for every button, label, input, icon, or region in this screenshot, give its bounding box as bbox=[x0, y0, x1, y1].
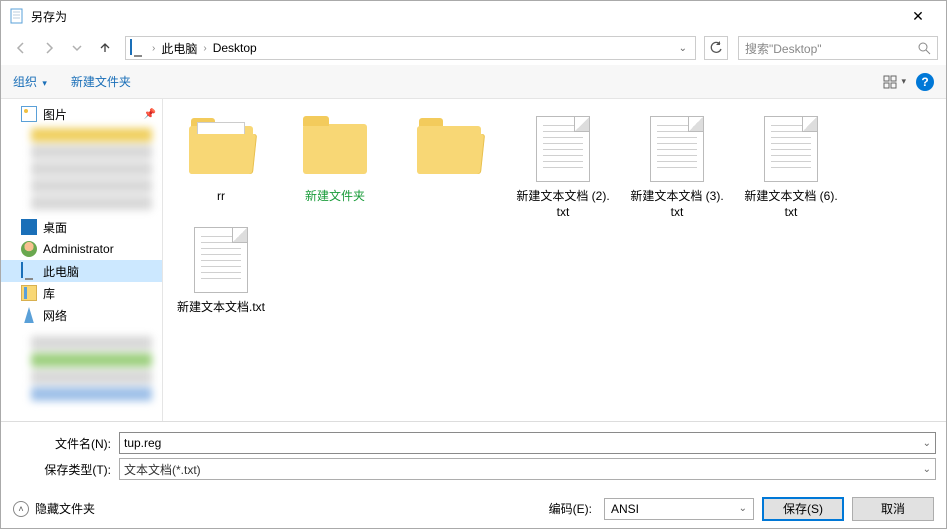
chevron-down-icon[interactable]: ⌄ bbox=[923, 438, 931, 449]
search-box[interactable]: 搜索"Desktop" bbox=[738, 36, 938, 60]
desktop-icon bbox=[21, 219, 37, 235]
document-icon bbox=[9, 8, 25, 24]
filetype-select[interactable]: 文本文档(*.txt) ⌄ bbox=[119, 458, 936, 480]
folder-item[interactable]: 新建文件夹 bbox=[287, 113, 383, 220]
blurred-items bbox=[31, 128, 152, 210]
file-item[interactable]: 新建文本文档 (6).txt bbox=[743, 113, 839, 220]
pin-icon: 📌 bbox=[144, 109, 156, 120]
breadcrumb-sep: › bbox=[201, 43, 208, 54]
sidebar-item-pictures[interactable]: 图片 📌 bbox=[1, 103, 162, 125]
save-button[interactable]: 保存(S) bbox=[762, 497, 844, 521]
user-icon bbox=[21, 241, 37, 257]
up-button[interactable] bbox=[93, 36, 117, 60]
folder-item[interactable]: rr bbox=[173, 113, 269, 220]
search-placeholder: 搜索"Desktop" bbox=[745, 40, 918, 57]
filetype-label: 保存类型(T): bbox=[11, 461, 119, 478]
organize-menu[interactable]: 组织 ▾ bbox=[13, 73, 47, 90]
recent-dropdown[interactable] bbox=[65, 36, 89, 60]
encoding-label: 编码(E): bbox=[549, 500, 592, 517]
network-icon bbox=[21, 307, 37, 323]
filename-input[interactable]: tup.reg ⌄ bbox=[119, 432, 936, 454]
sidebar-item-admin[interactable]: Administrator bbox=[1, 238, 162, 260]
view-options-button[interactable]: ▾ bbox=[883, 75, 906, 89]
chevron-down-icon[interactable]: ⌄ bbox=[923, 464, 931, 475]
breadcrumb-sep: › bbox=[150, 43, 157, 54]
chevron-up-icon: ˄ bbox=[13, 501, 29, 517]
breadcrumb-thispc[interactable]: 此电脑 bbox=[157, 40, 201, 57]
pc-icon bbox=[130, 40, 146, 56]
titlebar: 另存为 ✕ bbox=[1, 1, 946, 31]
pc-icon bbox=[21, 263, 37, 279]
sidebar-item-thispc[interactable]: 此电脑 bbox=[1, 260, 162, 282]
folder-item[interactable] bbox=[401, 113, 497, 220]
back-button[interactable] bbox=[9, 36, 33, 60]
close-button[interactable]: ✕ bbox=[898, 8, 938, 25]
sidebar-item-network[interactable]: 网络 bbox=[1, 304, 162, 326]
cancel-button[interactable]: 取消 bbox=[852, 497, 934, 521]
sidebar-item-desktop[interactable]: 桌面 bbox=[1, 216, 162, 238]
refresh-button[interactable] bbox=[704, 36, 728, 60]
footer: ˄ 隐藏文件夹 编码(E): ANSI ⌄ 保存(S) 取消 bbox=[1, 488, 946, 528]
search-icon bbox=[918, 42, 931, 55]
main-area: 图片 📌 桌面 Administrator 此电脑 库 网络 bbox=[1, 99, 946, 421]
address-dropdown-icon[interactable]: ⌄ bbox=[675, 43, 691, 54]
encoding-select[interactable]: ANSI ⌄ bbox=[604, 498, 754, 520]
hide-folders-toggle[interactable]: ˄ 隐藏文件夹 bbox=[13, 500, 95, 517]
toolbar: 组织 ▾ 新建文件夹 ▾ ? bbox=[1, 65, 946, 99]
breadcrumb-desktop[interactable]: Desktop bbox=[209, 41, 261, 55]
save-panel: 文件名(N): tup.reg ⌄ 保存类型(T): 文本文档(*.txt) ⌄ bbox=[1, 421, 946, 488]
chevron-down-icon: ⌄ bbox=[739, 503, 747, 514]
sidebar-item-libraries[interactable]: 库 bbox=[1, 282, 162, 304]
forward-button[interactable] bbox=[37, 36, 61, 60]
window-title: 另存为 bbox=[31, 8, 898, 25]
new-folder-button[interactable]: 新建文件夹 bbox=[71, 73, 131, 90]
filename-label: 文件名(N): bbox=[11, 435, 119, 452]
blurred-items bbox=[31, 336, 152, 401]
file-list[interactable]: rr 新建文件夹 新建文本文档 (2).txt 新建文本文档 (3).txt 新… bbox=[163, 99, 946, 421]
sidebar: 图片 📌 桌面 Administrator 此电脑 库 网络 bbox=[1, 99, 163, 421]
file-item[interactable]: 新建文本文档 (2).txt bbox=[515, 113, 611, 220]
libraries-icon bbox=[21, 285, 37, 301]
pictures-icon bbox=[21, 106, 37, 122]
nav-row: › 此电脑 › Desktop ⌄ 搜索"Desktop" bbox=[1, 31, 946, 65]
file-item[interactable]: 新建文本文档.txt bbox=[173, 224, 269, 316]
help-button[interactable]: ? bbox=[916, 73, 934, 91]
file-item[interactable]: 新建文本文档 (3).txt bbox=[629, 113, 725, 220]
address-bar[interactable]: › 此电脑 › Desktop ⌄ bbox=[125, 36, 696, 60]
